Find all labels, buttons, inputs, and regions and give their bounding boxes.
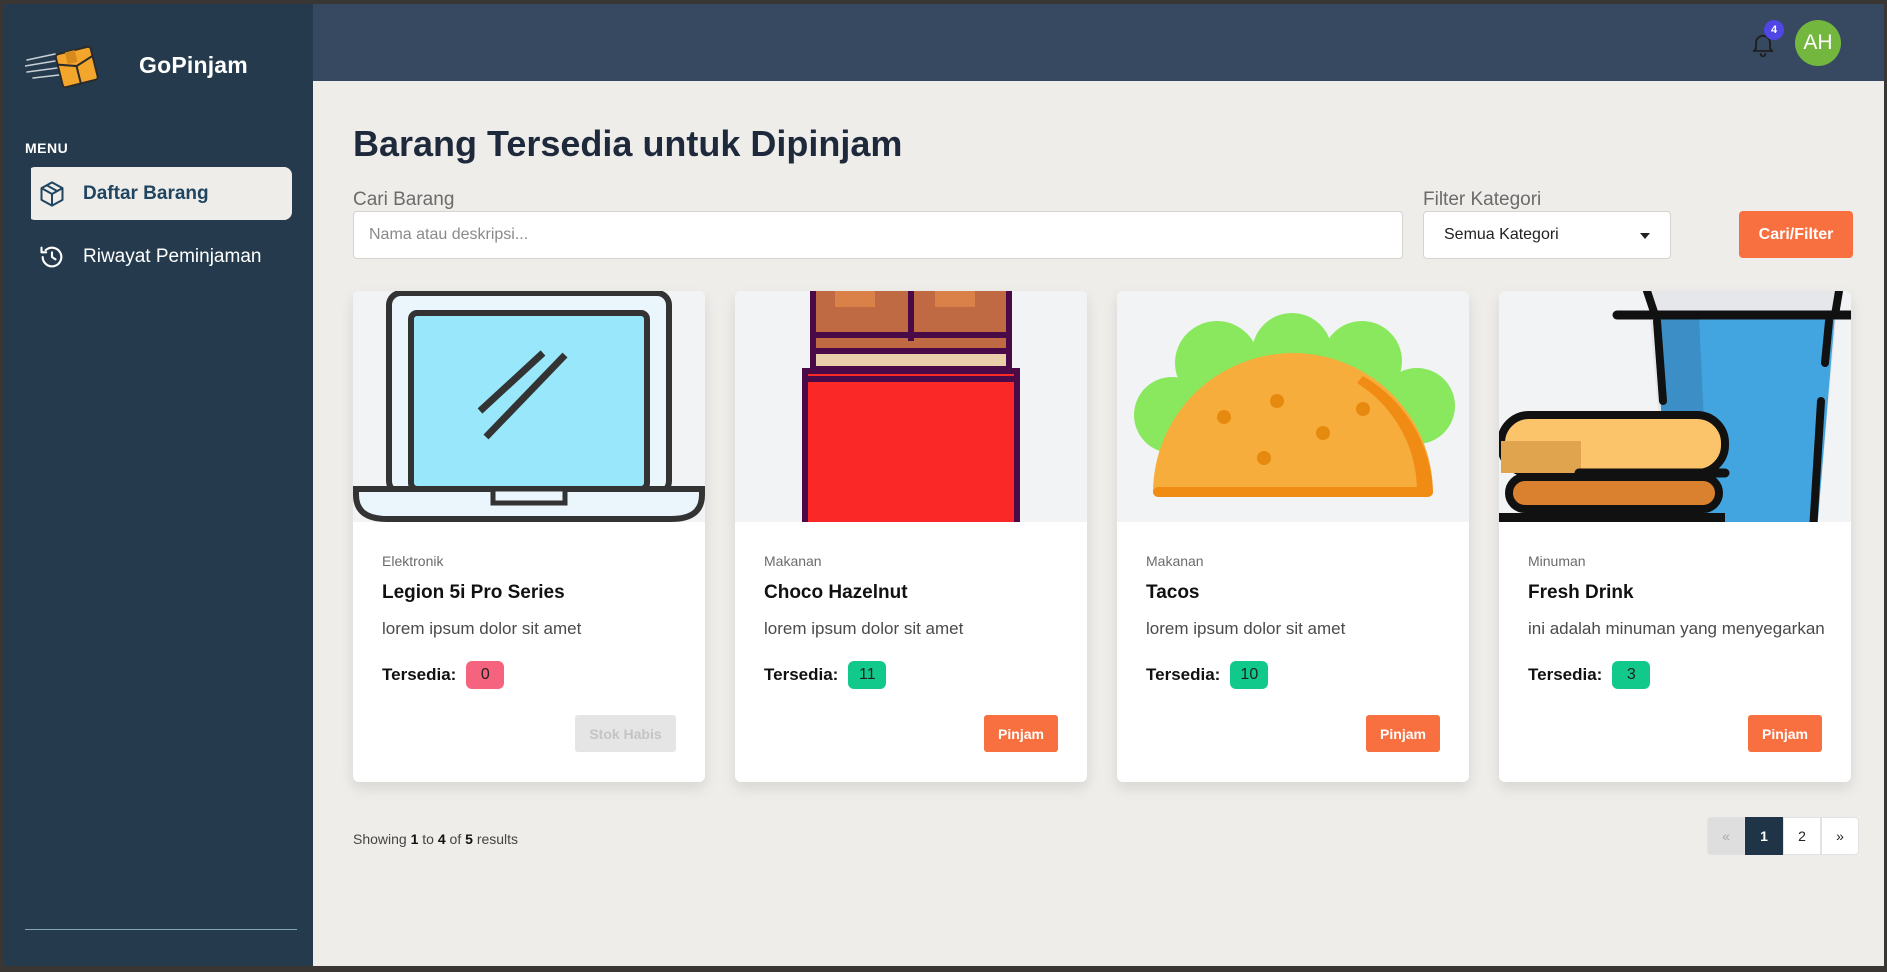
delivery-box-logo-icon (25, 45, 99, 89)
active-indicator (27, 167, 31, 220)
showing-of-word: of (449, 831, 462, 847)
item-card: Makanan Choco Hazelnut lorem ipsum dolor… (735, 291, 1087, 782)
item-card: Elektronik Legion 5i Pro Series lorem ip… (353, 291, 705, 782)
item-category: Minuman (1528, 553, 1586, 569)
sidebar-item-label: Riwayat Peminjaman (83, 245, 262, 267)
item-name: Choco Hazelnut (764, 582, 908, 603)
stock-row: Tersedia: 11 (764, 661, 887, 689)
showing-to-word: to (422, 831, 434, 847)
taco-image (1117, 291, 1469, 522)
showing-from: 1 (410, 831, 419, 847)
stock-label: Tersedia: (1146, 665, 1221, 684)
item-card: Makanan Tacos lorem ipsum dolor sit amet… (1117, 291, 1469, 782)
borrow-button[interactable]: Pinjam (984, 715, 1058, 752)
app-name: GoPinjam (139, 52, 248, 78)
item-description: lorem ipsum dolor sit amet (764, 619, 964, 638)
main-content: Barang Tersedia untuk Dipinjam Cari Bara… (313, 81, 1884, 966)
page-button-1[interactable]: 1 (1745, 817, 1783, 855)
item-name: Fresh Drink (1528, 582, 1634, 603)
stock-row: Tersedia: 10 (1146, 661, 1269, 689)
showing-prefix: Showing (353, 831, 407, 847)
stock-badge: 3 (1612, 661, 1651, 689)
menu-heading: MENU (25, 140, 69, 156)
stock-badge: 11 (848, 661, 887, 689)
sidebar-divider (25, 929, 297, 930)
search-filter-button[interactable]: Cari/Filter (1739, 211, 1853, 258)
sidebar-item-label: Daftar Barang (83, 182, 209, 204)
item-name: Tacos (1146, 582, 1200, 603)
sidebar: GoPinjam MENU Daftar Barang Riwayat Pemi… (3, 4, 313, 966)
page-button-2[interactable]: 2 (1783, 817, 1821, 855)
pagination: « 1 2 » (1707, 817, 1859, 855)
box-icon (37, 179, 67, 209)
laptop-image (353, 291, 705, 522)
drink-and-burger-image (1499, 291, 1851, 522)
item-category: Makanan (1146, 553, 1204, 569)
page-title: Barang Tersedia untuk Dipinjam (353, 123, 903, 164)
borrow-button[interactable]: Pinjam (1366, 715, 1440, 752)
item-category: Makanan (764, 553, 822, 569)
borrow-button[interactable]: Pinjam (1748, 715, 1822, 752)
previous-page-button[interactable]: « (1707, 817, 1745, 855)
category-select[interactable]: Semua Kategori (1423, 211, 1671, 259)
stock-row: Tersedia: 0 (382, 661, 505, 689)
stock-badge: 0 (466, 661, 505, 689)
item-description: ini adalah minuman yang menyegarkan (1528, 619, 1825, 638)
item-name: Legion 5i Pro Series (382, 582, 565, 603)
stock-label: Tersedia: (764, 665, 839, 684)
history-icon (37, 242, 67, 272)
avatar[interactable]: AH (1795, 20, 1841, 66)
search-label: Cari Barang (353, 189, 455, 210)
item-description: lorem ipsum dolor sit amet (1146, 619, 1346, 638)
out-of-stock-button[interactable]: Stok Habis (575, 715, 676, 752)
caret-down-icon (1640, 233, 1650, 239)
stock-label: Tersedia: (1528, 665, 1603, 684)
stock-row: Tersedia: 3 (1528, 661, 1651, 689)
showing-total: 5 (465, 831, 473, 847)
sidebar-item-riwayat-peminjaman[interactable]: Riwayat Peminjaman (27, 230, 292, 283)
results-summary: Showing 1 to 4 of 5 results (353, 831, 518, 847)
showing-to: 4 (437, 831, 446, 847)
app-window: GoPinjam MENU Daftar Barang Riwayat Pemi… (3, 4, 1884, 966)
search-input[interactable] (353, 211, 1403, 259)
item-card: Minuman Fresh Drink ini adalah minuman y… (1499, 291, 1851, 782)
item-description: lorem ipsum dolor sit amet (382, 619, 582, 638)
notification-badge: 4 (1764, 20, 1784, 40)
stock-badge: 10 (1230, 661, 1269, 689)
item-grid: Elektronik Legion 5i Pro Series lorem ip… (353, 291, 1853, 783)
showing-results-word: results (476, 831, 519, 847)
topbar: 4 AH (313, 4, 1884, 81)
chocolate-bar-image (735, 291, 1087, 522)
category-select-value: Semua Kategori (1444, 226, 1559, 243)
filter-label: Filter Kategori (1423, 189, 1542, 210)
brand[interactable]: GoPinjam (25, 42, 305, 90)
stock-label: Tersedia: (382, 665, 457, 684)
sidebar-item-daftar-barang[interactable]: Daftar Barang (27, 167, 292, 220)
item-category: Elektronik (382, 553, 444, 569)
next-page-button[interactable]: » (1821, 817, 1859, 855)
